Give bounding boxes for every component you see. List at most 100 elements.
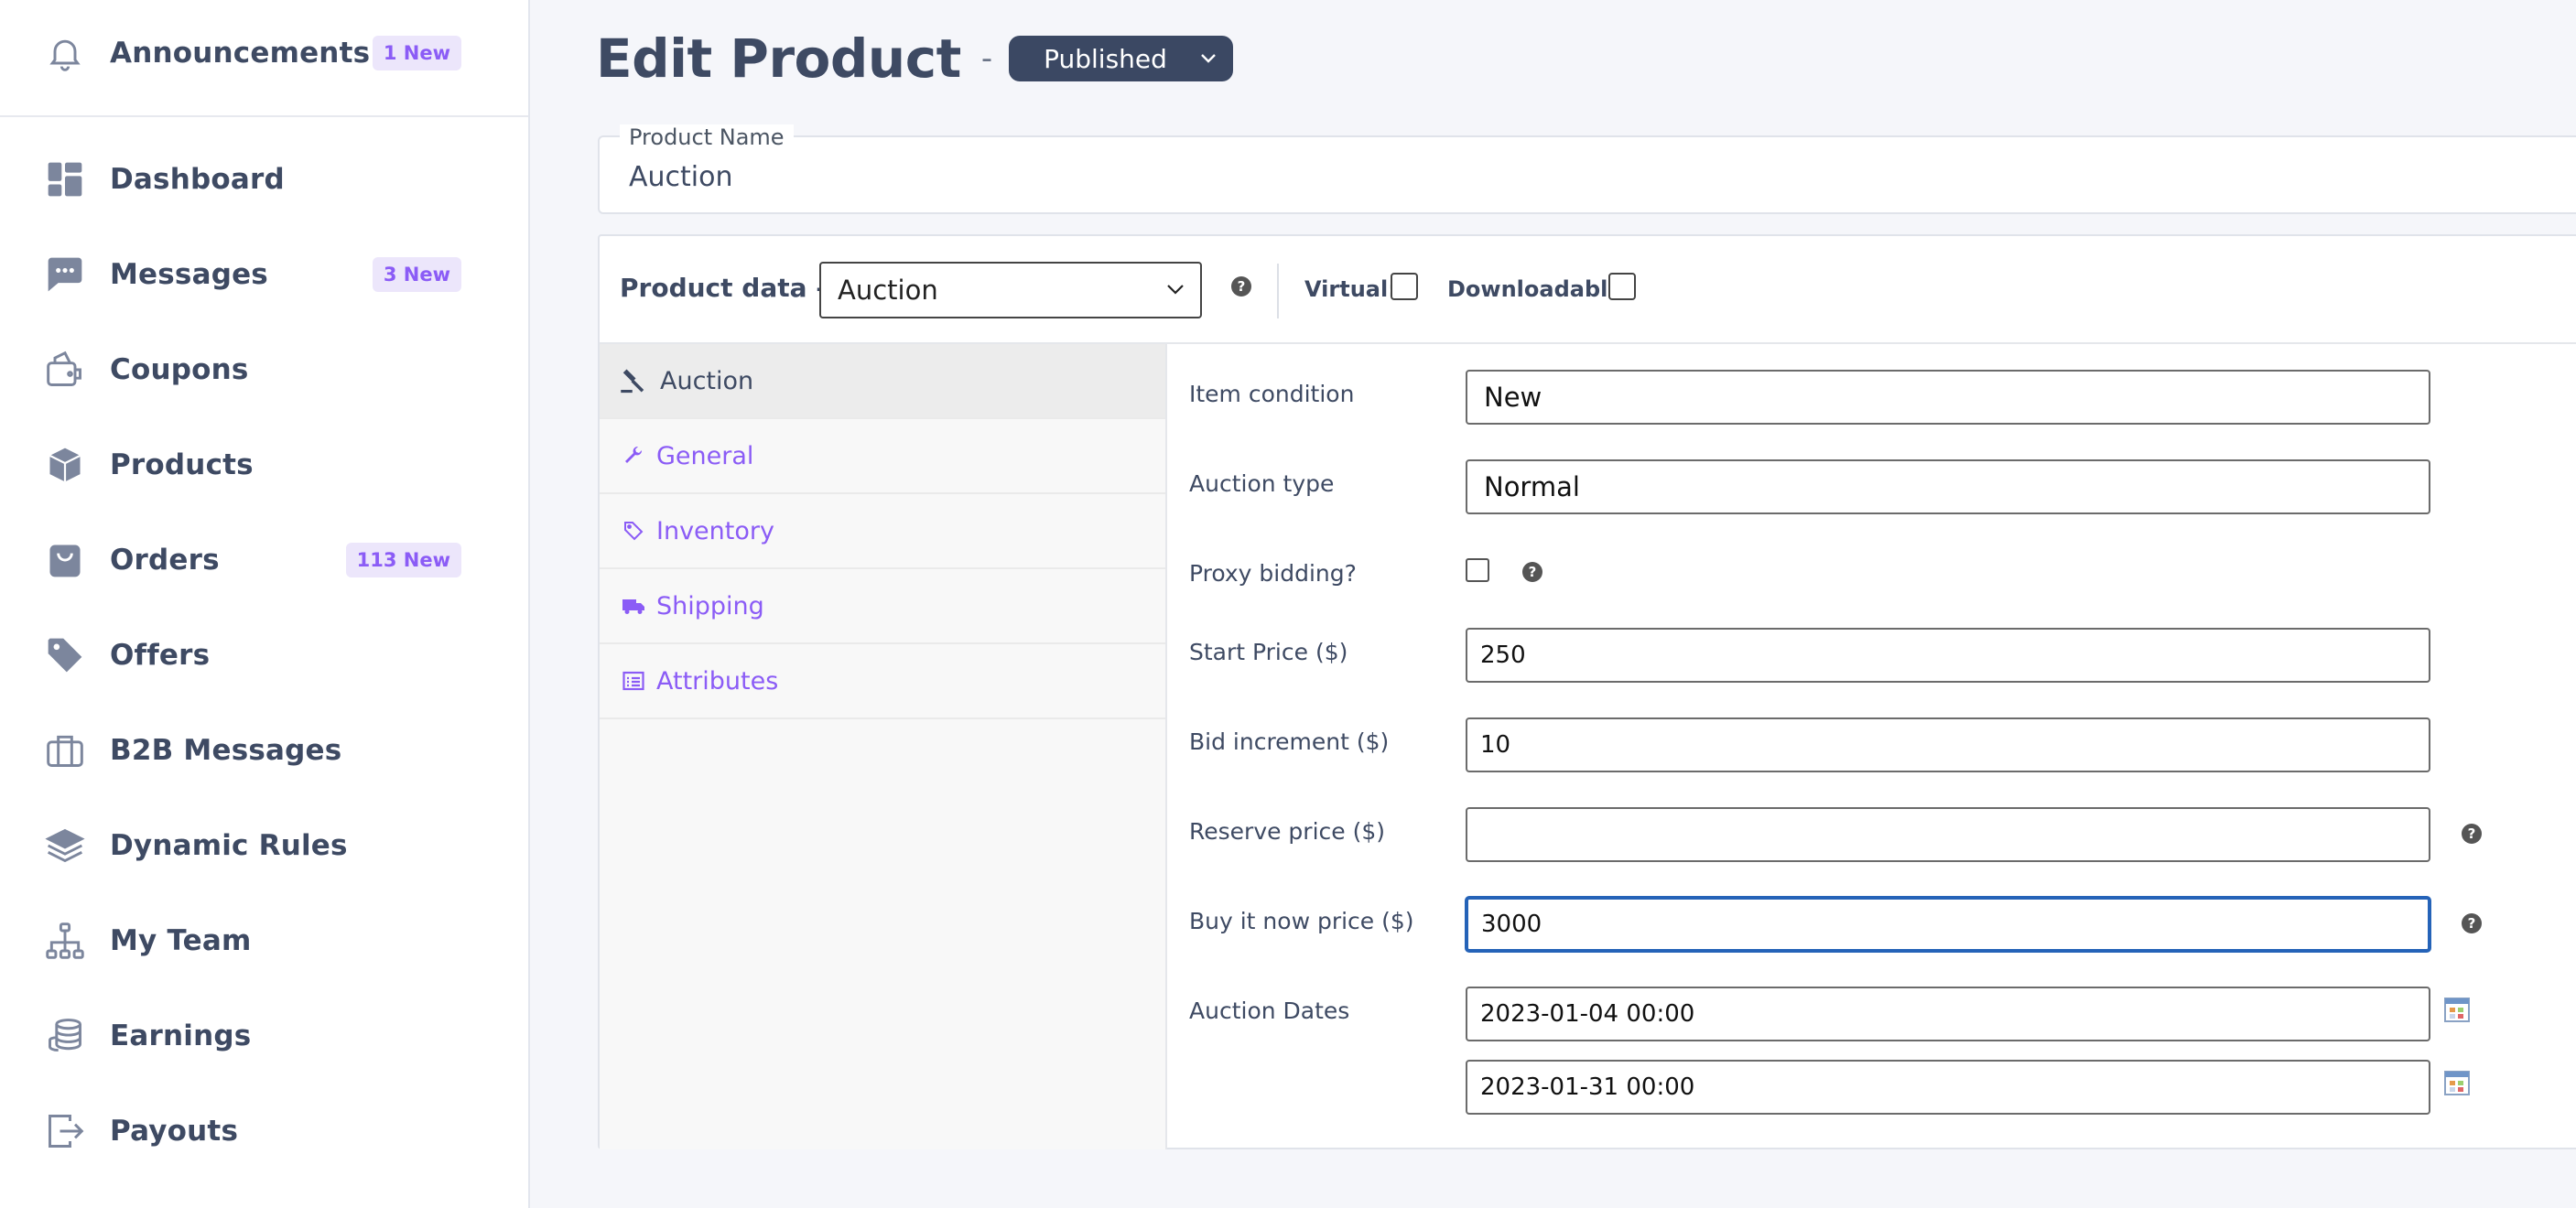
sidebar-item-label: My Team	[110, 924, 252, 957]
sidebar-item-label: Products	[110, 448, 254, 481]
sidebar-item-b2b-messages[interactable]: B2B Messages	[0, 703, 528, 798]
new-count-badge: 1 New	[372, 36, 461, 70]
chevron-down-icon	[1200, 49, 1217, 69]
status-value: Published	[1044, 43, 1167, 74]
auction-dates-label: Auction Dates	[1189, 998, 1350, 1024]
coupon-icon	[44, 349, 86, 391]
list-icon	[620, 667, 647, 695]
product-data-label: Product data —	[620, 273, 842, 303]
tag-icon	[620, 517, 647, 545]
virtual-checkbox[interactable]	[1391, 273, 1418, 300]
product-type-value: Auction	[838, 275, 938, 306]
new-count-badge: 3 New	[372, 257, 461, 292]
tab-auction[interactable]: Auction	[600, 344, 1165, 419]
start-price-input[interactable]: 250	[1466, 628, 2430, 683]
chevron-down-icon	[1164, 276, 1187, 307]
buy-now-price-label: Buy it now price ($)	[1189, 908, 1414, 934]
auction-start-date-input[interactable]: 2023-01-04 00:00	[1466, 987, 2430, 1041]
sidebar-item-announcements[interactable]: Announcements 1 New	[0, 5, 528, 101]
tab-label: Auction	[660, 366, 754, 395]
product-name-value: Auction	[629, 161, 733, 193]
sidebar-item-label: Dashboard	[110, 163, 285, 196]
product-data-header: Product data — Auction ? Virtual: Downlo…	[600, 236, 2576, 344]
product-data-tabs: Auction General Inventory Shipping Attri…	[600, 344, 1167, 1149]
product-name-field[interactable]: Product Name Auction	[598, 124, 2576, 214]
product-type-select[interactable]: Auction	[819, 262, 1202, 318]
auction-type-select[interactable]: Normal	[1466, 459, 2430, 514]
tab-shipping[interactable]: Shipping	[600, 569, 1165, 644]
status-select[interactable]: Published	[1009, 36, 1233, 81]
bid-increment-label: Bid increment ($)	[1189, 728, 1390, 755]
sidebar-item-dynamic-rules[interactable]: Dynamic Rules	[0, 798, 528, 893]
page-title: Edit Product	[596, 27, 961, 90]
calendar-icon[interactable]	[2443, 1069, 2471, 1096]
buy-now-price-value: 3000	[1481, 911, 1542, 938]
start-price-label: Start Price ($)	[1189, 639, 1348, 665]
wrench-icon	[620, 442, 647, 469]
tab-label: Shipping	[656, 591, 764, 620]
auction-end-date-input[interactable]: 2023-01-31 00:00	[1466, 1060, 2430, 1115]
item-condition-value: New	[1484, 382, 1542, 413]
sidebar-item-label: Orders	[110, 544, 220, 577]
help-icon[interactable]: ?	[2462, 913, 2482, 933]
sidebar-item-dashboard[interactable]: Dashboard	[0, 132, 528, 227]
header-divider	[1277, 264, 1279, 318]
reserve-price-input[interactable]	[1466, 807, 2430, 862]
sidebar-item-label: Messages	[110, 258, 268, 291]
sidebar-item-messages[interactable]: Messages 3 New	[0, 227, 528, 322]
tab-attributes[interactable]: Attributes	[600, 644, 1165, 719]
sidebar-item-label: Coupons	[110, 353, 249, 386]
product-data-panel: Product data — Auction ? Virtual: Downlo…	[598, 234, 2576, 1149]
tab-inventory[interactable]: Inventory	[600, 494, 1165, 569]
proxy-bidding-checkbox[interactable]	[1466, 558, 1489, 582]
calendar-icon[interactable]	[2443, 996, 2471, 1023]
sidebar-item-orders[interactable]: Orders 113 New	[0, 512, 528, 608]
sidebar-item-offers[interactable]: Offers	[0, 608, 528, 703]
sidebar-divider	[0, 115, 528, 117]
sidebar-item-label: Earnings	[110, 1019, 252, 1052]
help-icon[interactable]: ?	[1231, 276, 1251, 297]
proxy-bidding-label: Proxy bidding?	[1189, 560, 1357, 587]
item-condition-select[interactable]: New	[1466, 370, 2430, 425]
org-chart-icon	[44, 920, 86, 962]
auction-start-date-value: 2023-01-04 00:00	[1480, 1000, 1695, 1028]
downloadable-checkbox[interactable]	[1608, 273, 1636, 300]
sidebar-item-label: Dynamic Rules	[110, 829, 348, 862]
bid-increment-value: 10	[1480, 731, 1511, 759]
reserve-price-label: Reserve price ($)	[1189, 818, 1386, 845]
layers-icon	[44, 825, 86, 867]
bag-icon	[44, 539, 86, 581]
main-content: Edit Product - Published Product Name Au…	[532, 0, 2576, 1208]
sidebar-item-my-team[interactable]: My Team	[0, 893, 528, 988]
tab-label: Inventory	[656, 516, 774, 545]
briefcase-icon	[44, 729, 86, 771]
sidebar-item-earnings[interactable]: Earnings	[0, 988, 528, 1084]
tag-icon	[44, 634, 86, 676]
product-name-legend: Product Name	[620, 124, 794, 150]
gavel-icon	[620, 367, 647, 394]
buy-now-price-input[interactable]: 3000	[1466, 897, 2430, 952]
sidebar-item-payouts[interactable]: Payouts	[0, 1084, 528, 1179]
coins-icon	[44, 1015, 86, 1057]
truck-icon	[620, 592, 647, 620]
sidebar: Announcements 1 New Dashboard Messages 3…	[0, 0, 530, 1208]
auction-fields: Item condition New Auction type Normal P…	[1167, 344, 2576, 1148]
bid-increment-input[interactable]: 10	[1466, 717, 2430, 772]
box-icon	[44, 444, 86, 486]
sidebar-item-label: Offers	[110, 639, 211, 672]
help-icon[interactable]: ?	[1522, 562, 1542, 582]
dashboard-icon	[44, 158, 86, 200]
start-price-value: 250	[1480, 642, 1526, 669]
tab-general[interactable]: General	[600, 419, 1165, 494]
sidebar-item-label: Announcements	[110, 37, 371, 70]
help-icon[interactable]: ?	[2462, 824, 2482, 844]
sidebar-item-products[interactable]: Products	[0, 417, 528, 512]
virtual-label: Virtual:	[1304, 276, 1397, 302]
downloadable-label: Downloadable:	[1447, 276, 1632, 302]
sidebar-item-label: B2B Messages	[110, 734, 342, 767]
tab-label: Attributes	[656, 666, 779, 696]
logout-icon	[44, 1110, 86, 1152]
auction-type-label: Auction type	[1189, 470, 1335, 497]
title-separator: -	[980, 40, 993, 77]
sidebar-item-coupons[interactable]: Coupons	[0, 322, 528, 417]
